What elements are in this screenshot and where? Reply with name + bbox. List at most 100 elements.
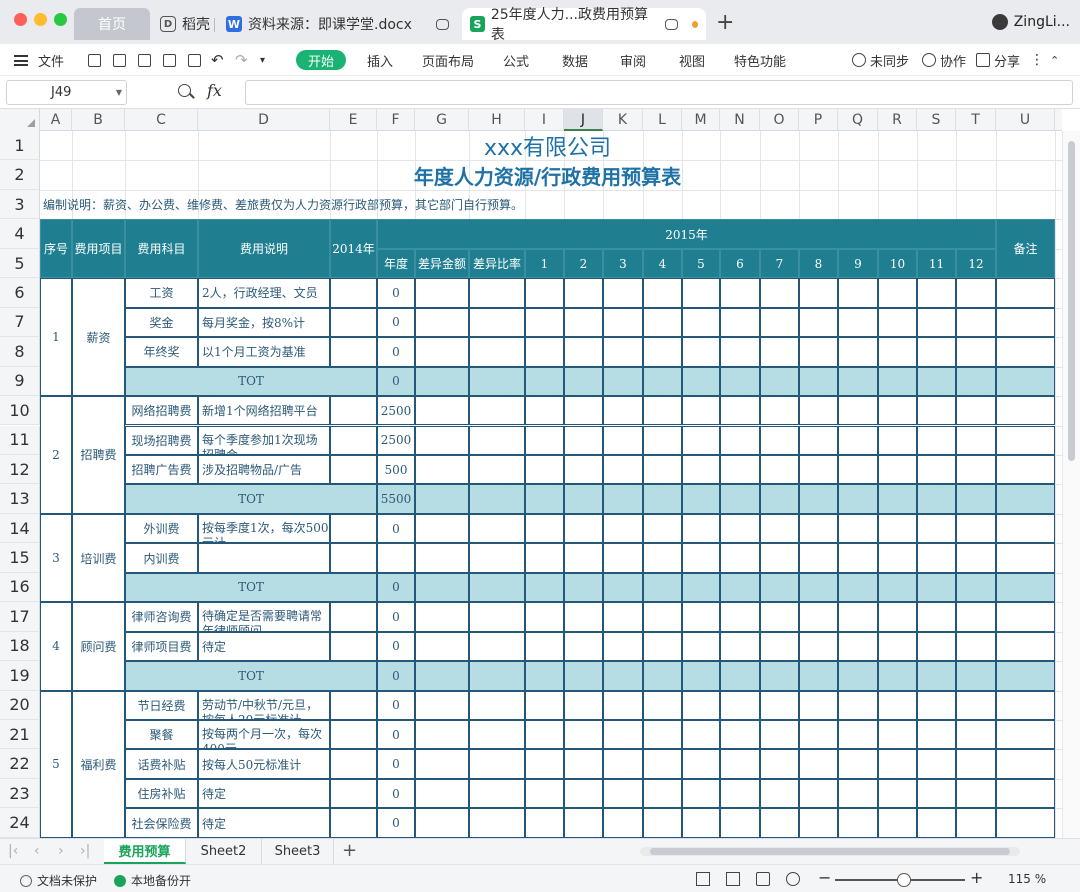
zoom-window-button[interactable] (54, 13, 67, 26)
line-cell[interactable] (643, 602, 682, 632)
line-cell[interactable] (917, 749, 956, 779)
line-cell[interactable] (643, 425, 682, 455)
line-subject[interactable]: 律师咨询费 (125, 602, 198, 632)
total-cell[interactable] (564, 661, 603, 691)
line-desc[interactable]: 每个季度参加1次现场招聘会 (198, 425, 330, 455)
group-seq[interactable]: 3 (40, 513, 72, 603)
row-header[interactable]: 12 (0, 454, 40, 485)
line-cell[interactable] (603, 808, 643, 838)
line-cell[interactable] (682, 396, 720, 426)
total-cell[interactable] (799, 484, 838, 514)
line-cell[interactable] (799, 808, 838, 838)
sheet-title[interactable]: 年度人力资源/行政费用预算表 (40, 160, 1055, 189)
total-cell[interactable] (760, 484, 799, 514)
line-cell[interactable] (878, 749, 917, 779)
header-month[interactable]: 12 (956, 248, 996, 279)
total-cell[interactable] (525, 572, 564, 603)
line-cell[interactable] (878, 690, 917, 720)
column-header[interactable]: C (125, 109, 198, 131)
line-cell[interactable] (799, 778, 838, 809)
line-cell[interactable] (603, 425, 643, 455)
line-cell[interactable] (878, 778, 917, 809)
line-annual[interactable]: 0 (377, 690, 415, 720)
line-cell[interactable] (525, 602, 564, 632)
line-cell[interactable] (878, 720, 917, 750)
line-2014[interactable] (330, 307, 377, 338)
line-cell[interactable] (643, 337, 682, 367)
line-cell[interactable] (415, 454, 469, 485)
header-month[interactable]: 9 (838, 248, 878, 279)
line-cell[interactable] (564, 454, 603, 485)
line-annual[interactable]: 500 (377, 454, 415, 485)
line-cell[interactable] (525, 278, 564, 308)
prev-sheet-icon[interactable]: ‹ (34, 843, 40, 859)
user-account[interactable]: ZingLi... (991, 14, 1070, 30)
line-cell[interactable] (799, 543, 838, 573)
total-cell[interactable] (956, 484, 996, 514)
line-cell[interactable] (682, 602, 720, 632)
line-cell[interactable] (760, 278, 799, 308)
line-subject[interactable]: 现场招聘费 (125, 425, 198, 455)
line-cell[interactable] (415, 778, 469, 809)
line-cell[interactable] (469, 720, 525, 750)
line-cell[interactable] (643, 749, 682, 779)
line-cell[interactable] (469, 425, 525, 455)
line-cell[interactable] (799, 631, 838, 662)
total-cell[interactable] (682, 661, 720, 691)
line-cell[interactable] (682, 690, 720, 720)
line-cell[interactable] (415, 337, 469, 367)
line-desc[interactable]: 待定 (198, 778, 330, 809)
line-cell[interactable] (643, 808, 682, 838)
add-sheet-button[interactable]: + (342, 840, 357, 861)
line-cell[interactable] (682, 720, 720, 750)
line-cell[interactable] (682, 778, 720, 809)
total-cell[interactable] (720, 661, 760, 691)
horizontal-scroll-thumb[interactable] (650, 848, 1010, 855)
line-cell[interactable] (682, 278, 720, 308)
header-diff-amount[interactable]: 差异金额 (415, 248, 469, 279)
total-cell[interactable] (469, 572, 525, 603)
line-cell[interactable] (682, 543, 720, 573)
line-2014[interactable] (330, 454, 377, 485)
note-text[interactable]: 编制说明：薪资、办公费、维修费、差旅费仅为人力资源行政部预算，其它部门自行预算。 (40, 190, 1055, 219)
line-cell[interactable] (720, 454, 760, 485)
line-cell[interactable] (917, 543, 956, 573)
total-cell[interactable] (469, 484, 525, 514)
header-month[interactable]: 5 (682, 248, 720, 279)
line-cell[interactable] (838, 337, 878, 367)
row-header[interactable]: 7 (0, 307, 40, 338)
row-header[interactable]: 16 (0, 572, 40, 603)
line-cell[interactable] (799, 425, 838, 455)
header-month[interactable]: 3 (603, 248, 643, 279)
line-cell[interactable] (799, 749, 838, 779)
next-sheet-icon[interactable]: › (58, 843, 64, 859)
line-desc[interactable]: 待定 (198, 808, 330, 838)
row-header[interactable]: 8 (0, 337, 40, 367)
line-cell[interactable] (525, 720, 564, 750)
header-remark[interactable]: 备注 (996, 219, 1055, 279)
total-cell[interactable] (917, 661, 956, 691)
line-cell[interactable] (996, 808, 1055, 838)
row-header[interactable]: 3 (0, 189, 40, 220)
header-seq[interactable]: 序号 (40, 219, 72, 279)
company-title[interactable]: xxx有限公司 (40, 131, 1055, 161)
line-2014[interactable] (330, 749, 377, 779)
total-cell[interactable] (996, 366, 1055, 397)
collab-button[interactable]: 协作 (922, 49, 966, 71)
line-cell[interactable] (799, 307, 838, 338)
line-subject[interactable]: 外训费 (125, 513, 198, 544)
line-cell[interactable] (996, 307, 1055, 338)
line-cell[interactable] (564, 543, 603, 573)
line-cell[interactable] (917, 631, 956, 662)
line-2014[interactable] (330, 720, 377, 750)
total-cell[interactable] (682, 484, 720, 514)
column-header[interactable]: K (603, 109, 643, 131)
line-cell[interactable] (525, 690, 564, 720)
line-cell[interactable] (760, 690, 799, 720)
line-cell[interactable] (838, 808, 878, 838)
line-subject[interactable]: 奖金 (125, 307, 198, 338)
group-item[interactable]: 培训费 (72, 513, 125, 603)
formula-input[interactable] (245, 80, 1073, 105)
normal-view-icon[interactable] (696, 872, 710, 886)
line-annual[interactable]: 0 (377, 307, 415, 338)
